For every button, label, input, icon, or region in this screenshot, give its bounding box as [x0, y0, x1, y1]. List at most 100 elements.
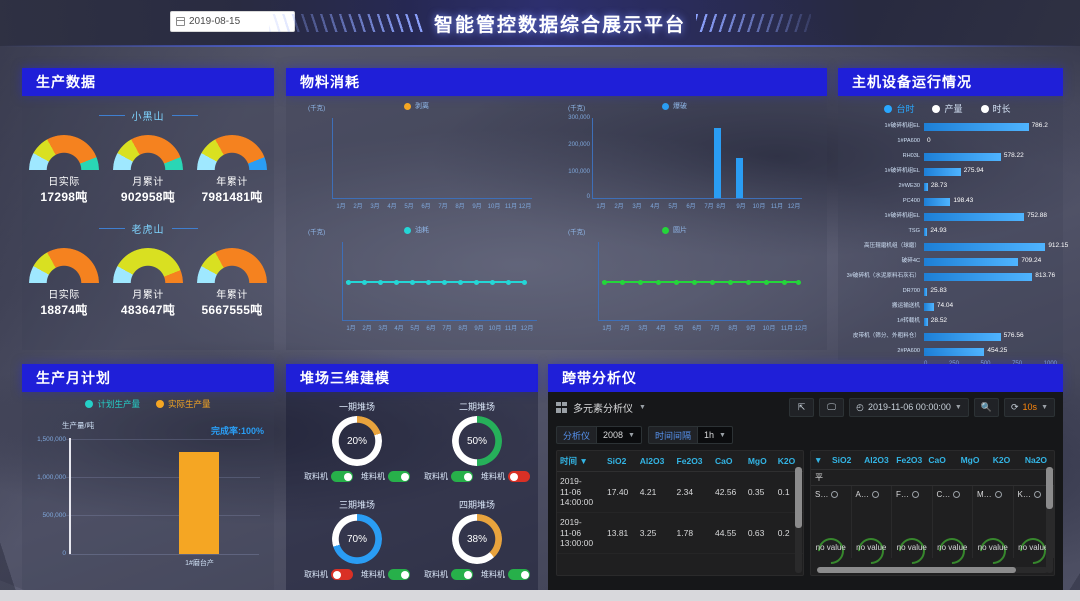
- reclaimer-toggle[interactable]: 取料机: [304, 471, 353, 482]
- legend-item-chanliang[interactable]: 产量: [932, 102, 963, 115]
- table-cell: 2.34: [673, 471, 713, 513]
- circle-icon: [1033, 491, 1041, 498]
- stacker-toggle[interactable]: 堆料机: [361, 569, 410, 580]
- legend-item-plan[interactable]: 计划生产量: [85, 398, 140, 410]
- yard-percent: 38%: [466, 533, 487, 545]
- panel-yard-3d-model: 堆场三维建模 一期堆场 20% 取料机 堆料机 二期堆场 50% 取料机 堆料机 三期堆场 70%…: [286, 364, 538, 590]
- legend-item-shichang[interactable]: 时长: [980, 102, 1011, 115]
- analyzer-table: 时间 ▼ SiO2 Al2O3 Fe2O3 CaO MgO K2O 2019- 11-06 …: [557, 451, 803, 554]
- yard-name: 四期堆场: [458, 500, 495, 510]
- table-column-header[interactable]: MgO: [744, 451, 775, 472]
- equipment-bar: [924, 333, 1001, 341]
- bar: [714, 128, 721, 198]
- x-axis-label: 1#磨台产: [185, 560, 214, 567]
- panel-production-data: 生产数据 小黑山 日实际 17298吨 月累计 902958吨 年累计 7981…: [22, 68, 274, 350]
- toggle-switch[interactable]: [388, 569, 410, 580]
- stacker-toggle[interactable]: 堆料机: [481, 569, 530, 580]
- legend-label: 爆破: [673, 103, 687, 110]
- tv-icon[interactable]: 🖵: [819, 397, 845, 417]
- gauge-column-header[interactable]: SiO2: [829, 451, 862, 470]
- toggle-switch[interactable]: [451, 471, 473, 482]
- chart-material-3: (千克) 油耗 1月 2月 3月 4月 5月 6月 7月 8月 9月 10月 1…: [294, 226, 544, 344]
- legend-label: 油耗: [415, 227, 429, 234]
- equipment-bar: [924, 243, 1046, 251]
- gauge-cell-title: C…: [933, 490, 973, 499]
- table-column-header[interactable]: Fe2O3: [673, 451, 713, 472]
- equipment-bar-row: 1#破碎机组EL 275.94: [838, 165, 1057, 179]
- reclaimer-toggle[interactable]: 取料机: [424, 569, 473, 580]
- refresh-interval-picker[interactable]: ⟳ 10s ▼: [1004, 397, 1055, 417]
- gauge-header-table: ▼ SiO2 Al2O3 Fe2O3 CaO MgO K2O Na2O: [811, 451, 1054, 470]
- chart-material-1: (千克) 剥离 1月 2月 3月 4月 5月 6月 7月 8月 9月 10月 1…: [308, 102, 532, 210]
- table-column-header[interactable]: Al2O3: [636, 451, 674, 472]
- equipment-bar: [924, 123, 1029, 131]
- gauge-cell-title: F…: [892, 490, 932, 499]
- gauge-month-total-1: 月累计 902958吨: [109, 135, 187, 205]
- equipment-bar-label: RH03L: [902, 153, 920, 160]
- gauge-column-header[interactable]: ▼: [811, 451, 829, 470]
- toggle-switch[interactable]: [508, 471, 530, 482]
- panel-cross-belt-analyzer: 跨带分析仪 多元素分析仪 ▼ ⇱ 🖵 ◴ 2019-11-06 00:00:00…: [548, 364, 1063, 590]
- stacker-toggle[interactable]: 堆料机: [481, 471, 530, 482]
- variable-analyzer[interactable]: 分析仪 2008 ▼: [556, 426, 642, 444]
- legend-item-taishi[interactable]: 台时: [884, 102, 914, 115]
- equipment-bar-value: 813.76: [1035, 272, 1056, 279]
- table-cell: 42.56: [712, 471, 745, 513]
- toggle-switch[interactable]: [331, 569, 353, 580]
- grafana-embed: 多元素分析仪 ▼ ⇱ 🖵 ◴ 2019-11-06 00:00:00 ▼ 🔍 ⟳…: [548, 392, 1063, 590]
- reclaimer-toggle[interactable]: 取料机: [424, 471, 473, 482]
- gauge-column-header[interactable]: Al2O3: [861, 451, 894, 470]
- gauge-column-header[interactable]: MgO: [957, 451, 990, 470]
- toggle-switch[interactable]: [331, 471, 353, 482]
- stacker-toggle[interactable]: 堆料机: [361, 471, 410, 482]
- gauge-label: 年累计: [216, 177, 248, 188]
- equipment-bar-label: 2#WE30: [898, 183, 920, 190]
- panel-title-production: 生产数据: [22, 68, 274, 96]
- legend-item-actual[interactable]: 实际生产量: [156, 398, 211, 410]
- table-column-header[interactable]: 时间 ▼: [557, 451, 604, 472]
- equipment-bar-label: 1#转载机: [896, 318, 920, 325]
- gauge-label: 月累计: [132, 177, 164, 188]
- equipment-bar-label: 高压辊磨机组（球磨）: [864, 243, 920, 250]
- table-cell: 2019- 11-06 14:00:00: [557, 471, 604, 513]
- gauge-label: 日实际: [48, 177, 80, 188]
- toggle-switch[interactable]: [388, 471, 410, 482]
- search-icon[interactable]: 🔍: [973, 397, 999, 417]
- variable-interval[interactable]: 时间间隔 1h ▼: [647, 426, 733, 444]
- gauge-cell: C… no value: [933, 486, 973, 570]
- gauge-column-header[interactable]: CaO: [925, 451, 958, 470]
- gauges-hscrollbar[interactable]: [817, 567, 1048, 573]
- slash-decoration-right: [696, 14, 811, 32]
- gauges-scrollbar[interactable]: [1046, 467, 1053, 573]
- equipment-bar-label: PC400: [902, 198, 920, 205]
- equipment-bar: [924, 228, 928, 236]
- reclaimer-toggle[interactable]: 取料机: [304, 569, 353, 580]
- equipment-bar-value: 786.2: [1031, 122, 1048, 129]
- table-row: 2019- 11-06 14:00:00 17.40 4.21 2.34 42.56 0.…: [557, 471, 803, 513]
- legend-dot: [404, 226, 411, 234]
- table-scrollbar[interactable]: [795, 467, 802, 573]
- legend-dot: [662, 102, 669, 110]
- equipment-bar: [924, 183, 928, 191]
- equipment-bar-row: 1#破碎机组EL 786.2: [838, 120, 1057, 134]
- table-column-header[interactable]: SiO2: [604, 451, 637, 472]
- dashboard-title[interactable]: 多元素分析仪 ▼: [556, 400, 646, 415]
- table-column-header[interactable]: CaO: [712, 451, 745, 472]
- toggle-switch[interactable]: [451, 569, 473, 580]
- gauge-column-header[interactable]: Fe2O3: [893, 451, 926, 470]
- time-range-picker[interactable]: ◴ 2019-11-06 00:00:00 ▼: [849, 397, 969, 417]
- yard-card: 二期堆场 50% 取料机 堆料机: [422, 400, 532, 482]
- panel-title-monthly-plan: 生产月计划: [22, 364, 274, 392]
- slash-decoration-left: [268, 14, 424, 32]
- gauge-column-header[interactable]: K2O: [989, 451, 1022, 470]
- equipment-bar: [924, 258, 1019, 266]
- share-icon[interactable]: ⇱: [789, 397, 815, 417]
- equipment-bar-value: 198.43: [953, 197, 974, 204]
- equipment-bar-row: 2#WE30 28.73: [838, 180, 1057, 194]
- gauge-cell: F… no value: [892, 486, 933, 570]
- dashboard-name: 多元素分析仪: [573, 403, 633, 415]
- gauge-cell-title: S…: [811, 490, 851, 499]
- equipment-bar-value: 28.52: [930, 317, 948, 324]
- toggle-switch[interactable]: [508, 569, 530, 580]
- equipment-bar-value: 0: [927, 137, 931, 144]
